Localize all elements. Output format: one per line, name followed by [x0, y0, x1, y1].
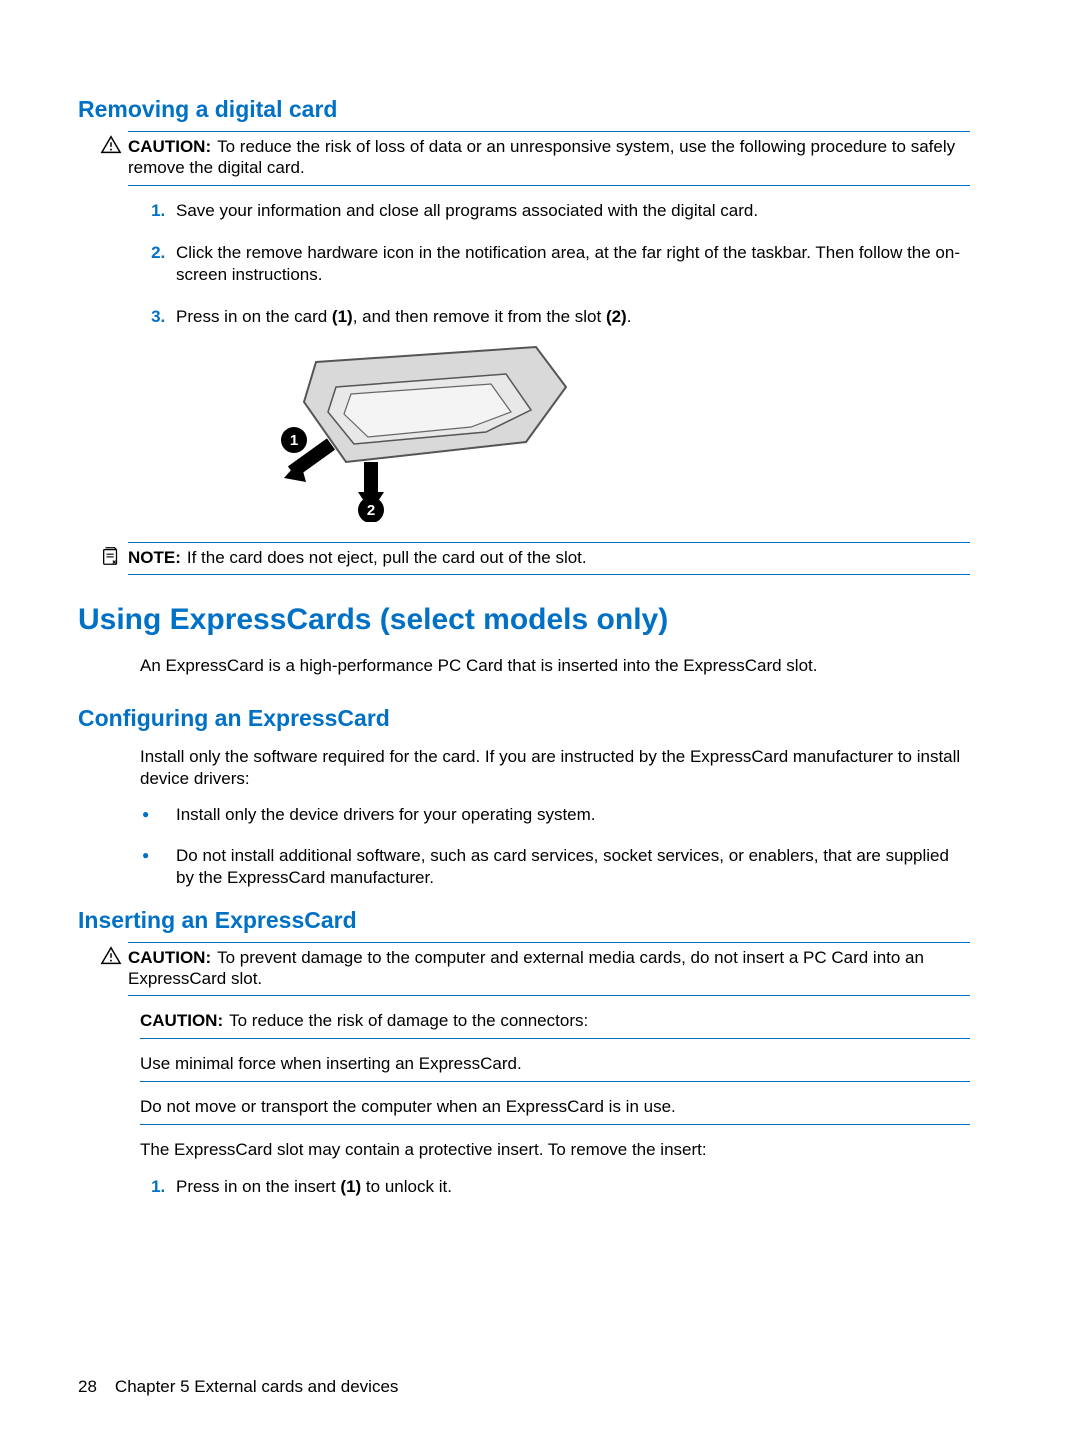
step-1: Save your information and close all prog…	[170, 200, 970, 222]
heading-using-expresscards: Using ExpressCards (select models only)	[78, 603, 970, 637]
svg-text:2: 2	[367, 502, 375, 519]
bullet-2: Do not install additional software, such…	[170, 845, 970, 889]
bullets-config: Install only the device drivers for your…	[128, 804, 970, 888]
note-text: If the card does not eject, pull the car…	[187, 548, 587, 567]
caution-remove-card: CAUTION:To reduce the risk of loss of da…	[128, 131, 970, 186]
caution-label: CAUTION:	[128, 137, 211, 156]
caution-line-transport: Do not move or transport the computer wh…	[140, 1096, 970, 1125]
chapter-title: Chapter 5 External cards and devices	[115, 1377, 399, 1396]
illustration-remove-card: 1 2	[276, 332, 576, 522]
caution-text: To reduce the risk of damage to the conn…	[229, 1011, 588, 1030]
caution-insert-2: CAUTION: To reduce the risk of damage to …	[140, 1010, 970, 1039]
note-icon	[100, 545, 122, 567]
text-expresscard-intro: An ExpressCard is a high-performance PC …	[140, 655, 970, 677]
steps-remove-card: Save your information and close all prog…	[128, 200, 970, 522]
caution-text: To reduce the risk of loss of data or an…	[128, 137, 955, 177]
caution-label: CAUTION:	[128, 948, 211, 967]
caution-line-force: Use minimal force when inserting an Expr…	[140, 1053, 970, 1082]
warning-icon	[100, 945, 122, 967]
text-config-intro: Install only the software required for t…	[140, 746, 970, 790]
note-label: NOTE:	[128, 548, 181, 567]
caution-label: CAUTION:	[140, 1011, 223, 1030]
note-card-eject: NOTE: If the card does not eject, pull th…	[128, 542, 970, 575]
bullet-1: Install only the device drivers for your…	[170, 804, 970, 826]
heading-configuring-expresscard: Configuring an ExpressCard	[78, 705, 970, 732]
svg-text:1: 1	[290, 432, 298, 449]
page-number: 28	[78, 1377, 97, 1396]
caution-insert-1: CAUTION:To prevent damage to the compute…	[128, 942, 970, 997]
page: Removing a digital card CAUTION:To reduc…	[0, 0, 1080, 1437]
steps-insert: Press in on the insert (1) to unlock it.	[128, 1176, 970, 1198]
step-3: Press in on the card (1), and then remov…	[170, 306, 970, 522]
page-footer: 28 Chapter 5 External cards and devices	[78, 1377, 398, 1397]
heading-removing-digital-card: Removing a digital card	[78, 96, 970, 123]
step-2: Click the remove hardware icon in the no…	[170, 242, 970, 286]
warning-icon	[100, 134, 122, 156]
step-1: Press in on the insert (1) to unlock it.	[170, 1176, 970, 1198]
text-protective-insert: The ExpressCard slot may contain a prote…	[140, 1139, 970, 1161]
heading-inserting-expresscard: Inserting an ExpressCard	[78, 907, 970, 934]
caution-text: To prevent damage to the computer and ex…	[128, 948, 924, 988]
